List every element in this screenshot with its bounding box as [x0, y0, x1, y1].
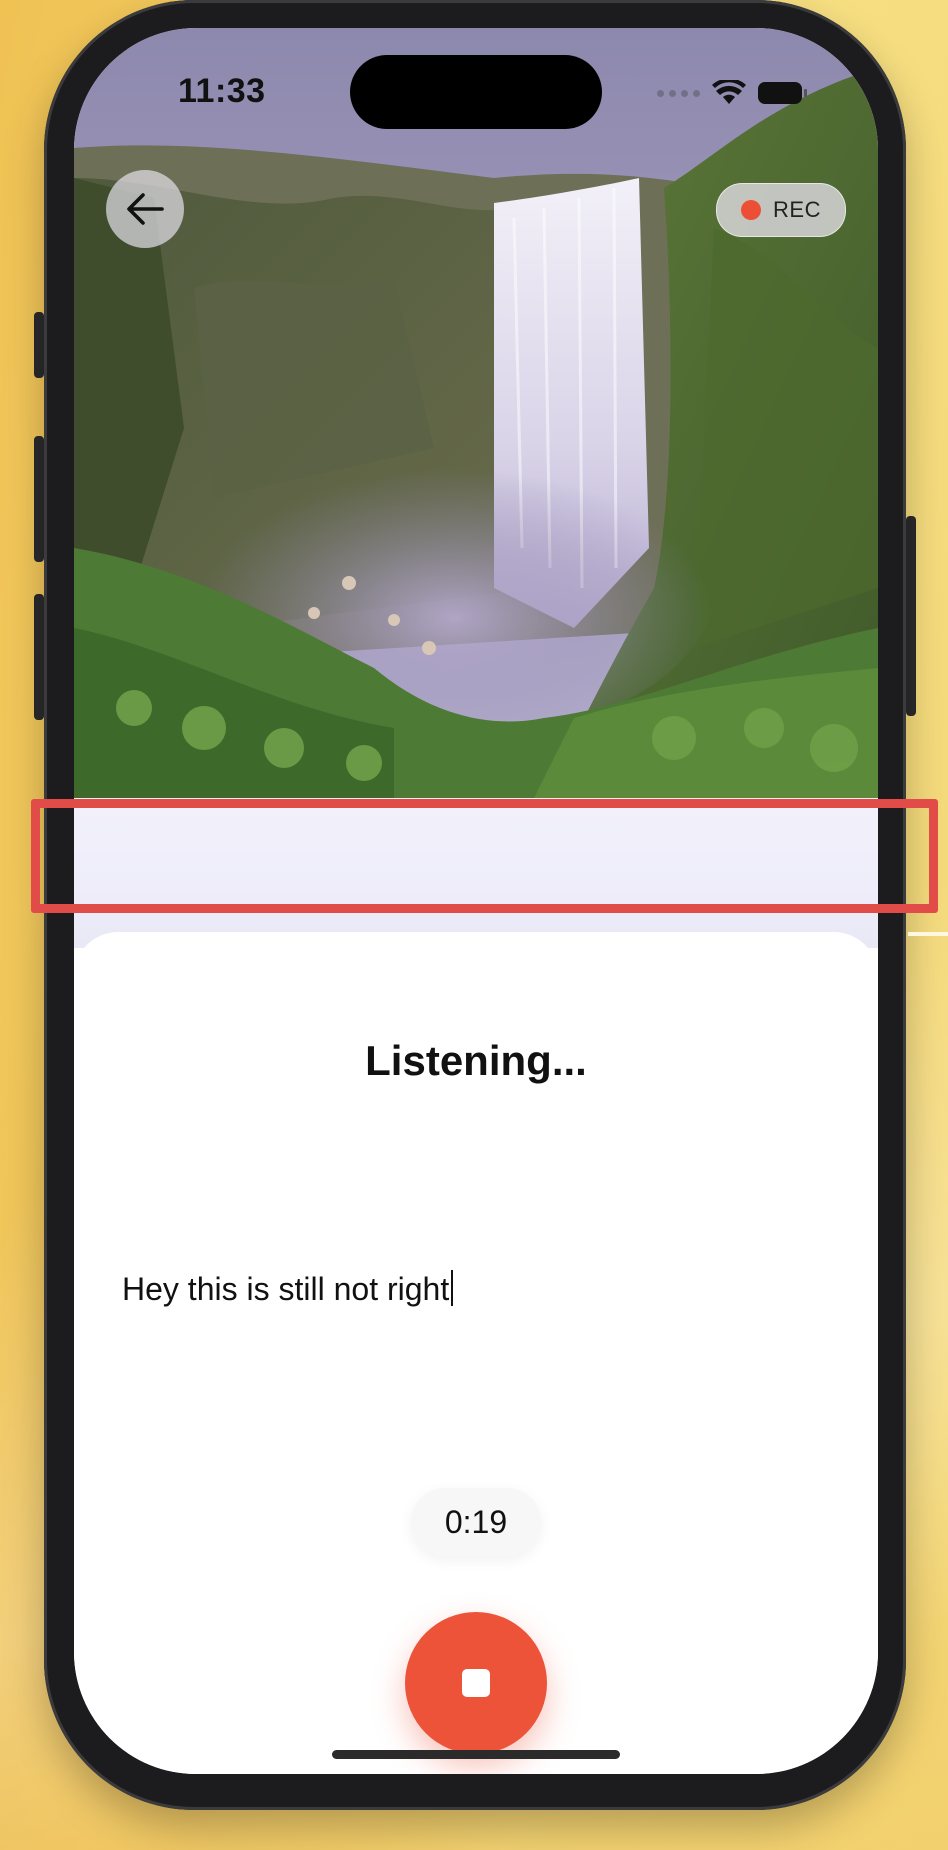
silent-switch	[34, 312, 44, 378]
home-indicator	[332, 1750, 620, 1759]
dynamic-island	[350, 55, 602, 129]
signal-icon	[657, 89, 700, 97]
waterfall-photo	[74, 28, 878, 798]
transcript-value: Hey this is still not right	[122, 1271, 450, 1307]
recording-badge: REC	[716, 183, 846, 237]
recording-label: REC	[773, 197, 821, 222]
highlight-annotation-tick	[908, 932, 948, 936]
volume-down-button	[34, 594, 44, 720]
volume-up-button	[34, 436, 44, 562]
recording-timer: 0:19	[411, 1488, 541, 1556]
stop-recording-button[interactable]	[405, 1612, 547, 1754]
power-button	[906, 516, 916, 716]
text-cursor	[451, 1270, 454, 1306]
back-button[interactable]	[106, 170, 184, 248]
transcript-text: Hey this is still not right	[122, 1270, 454, 1308]
sheet-title: Listening...	[365, 1037, 587, 1084]
battery-icon	[758, 82, 807, 104]
listening-sheet: Listening... Hey this is still not right…	[74, 932, 878, 1774]
highlight-annotation-box	[31, 799, 938, 913]
status-time: 11:33	[178, 72, 266, 110]
wifi-icon	[712, 80, 746, 104]
recording-dot-icon	[741, 200, 762, 220]
arrow-left-icon	[127, 193, 164, 225]
status-icons	[657, 80, 807, 106]
stop-icon	[462, 1669, 490, 1697]
